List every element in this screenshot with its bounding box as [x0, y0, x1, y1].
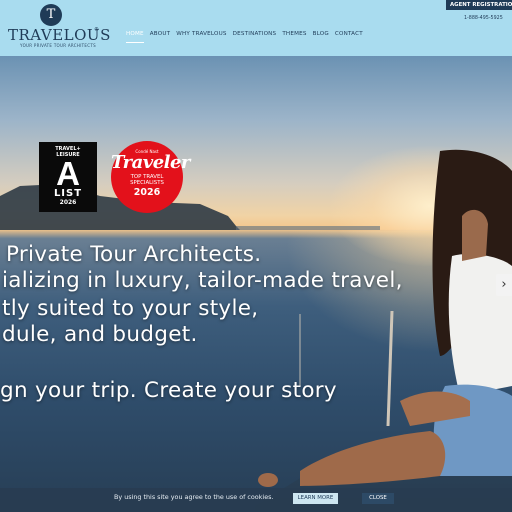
slider-next-icon[interactable]: ›: [496, 274, 512, 296]
cookie-banner: By using this site you agree to the use …: [0, 488, 512, 512]
close-cookie-button[interactable]: CLOSE: [362, 493, 394, 504]
site-header: T TRAVELOUS ® YOUR PRIVATE TOUR ARCHITEC…: [0, 0, 512, 56]
nav-themes[interactable]: THEMES: [282, 31, 306, 43]
nav-destinations[interactable]: DESTINATIONS: [233, 31, 277, 43]
badge-a-year: 2026: [59, 199, 77, 206]
nav-home[interactable]: HOME: [126, 31, 144, 43]
logo-registered-mark: ®: [94, 27, 99, 33]
hero-headline: Private Tour Architects.: [6, 242, 262, 267]
cookie-message: By using this site you agree to the use …: [114, 493, 274, 501]
badge-traveler-title: Traveler: [111, 152, 190, 173]
badge-conde-year: 2026: [133, 186, 161, 198]
hero-text-line-2: ializing in luxury, tailor-made travel,: [2, 268, 403, 293]
travel-leisure-a-list-badge: TRAVEL+ LEISURE A LIST 2026: [39, 142, 97, 212]
hero-text-line-3: tly suited to your style,: [2, 296, 259, 321]
phone-number[interactable]: 1-888-495-5925: [464, 16, 503, 21]
logo-wordmark[interactable]: TRAVELOUS: [8, 26, 110, 44]
nav-about[interactable]: ABOUT: [150, 31, 170, 43]
logo-tagline: YOUR PRIVATE TOUR ARCHITECTS: [20, 43, 96, 48]
learn-more-button[interactable]: LEARN MORE: [293, 493, 338, 504]
conde-nast-traveler-badge: Condé Nast Traveler TOP TRAVEL SPECIALIST…: [111, 141, 190, 213]
hero-banner: TRAVEL+ LEISURE A LIST 2026 Condé Nast Tr…: [0, 56, 512, 512]
hero-text-line-4: dule, and budget.: [2, 322, 198, 347]
main-nav: HOME ABOUT WHY TRAVELOUS DESTINATIONS TH…: [126, 31, 363, 43]
badge-a-list: LIST: [53, 188, 83, 199]
nav-blog[interactable]: BLOG: [313, 31, 329, 43]
logo-icon[interactable]: T: [40, 4, 62, 26]
nav-why-travelous[interactable]: WHY TRAVELOUS: [176, 31, 226, 43]
agent-registration-button[interactable]: AGENT REGISTRATION: [446, 0, 512, 10]
badge-a-letter: A: [56, 155, 80, 192]
hero-tagline: gn your trip. Create your story: [0, 378, 337, 403]
nav-contact[interactable]: CONTACT: [335, 31, 363, 43]
badge-specialists-text: TOP TRAVEL SPECIALISTS: [130, 174, 164, 187]
